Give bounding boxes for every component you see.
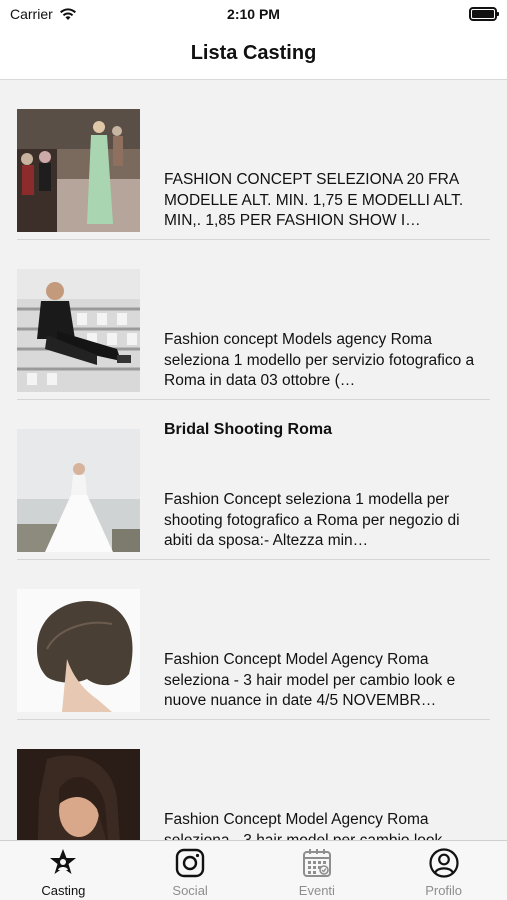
casting-description: FASHION CONCEPT SELEZIONA 20 FRA MODELLE…	[164, 171, 464, 229]
battery-icon	[469, 7, 499, 21]
instagram-icon	[175, 848, 205, 878]
navigation-bar: Lista Casting	[0, 28, 507, 80]
tab-label: Casting	[41, 883, 86, 898]
page-title: Lista Casting	[190, 42, 317, 64]
casting-description: Fashion Concept Model Agency Roma selezi…	[164, 811, 443, 840]
casting-description: Fashion Concept Model Agency Roma selezi…	[164, 651, 456, 709]
casting-row[interactable]: Bridal Shooting Roma Fashion Concept sel…	[17, 400, 490, 560]
tab-eventi[interactable]: Eventi	[254, 841, 381, 900]
casting-row[interactable]: Fashion Concept Model Agency Roma selezi…	[17, 720, 490, 840]
casting-row[interactable]: Fashion Concept Model Agency Roma selezi…	[17, 560, 490, 720]
tab-social[interactable]: Social	[127, 841, 254, 900]
male-model-stadium-photo	[17, 269, 140, 392]
casting-description: Fashion concept Models agency Roma selez…	[164, 331, 475, 389]
profile-icon	[429, 848, 459, 878]
star-person-icon	[50, 849, 77, 874]
tab-casting[interactable]: Casting	[0, 841, 127, 900]
runway-photo	[17, 109, 140, 232]
tab-profilo[interactable]: Profilo	[380, 841, 507, 900]
casting-title: Bridal Shooting Roma	[164, 421, 332, 438]
bob-haircut-photo	[17, 589, 140, 712]
tab-label: Eventi	[298, 883, 335, 898]
casting-row[interactable]: Fashion concept Models agency Roma selez…	[17, 240, 490, 400]
casting-list[interactable]: FASHION CONCEPT SELEZIONA 20 FRA MODELLE…	[0, 80, 507, 840]
wifi-icon	[59, 8, 76, 20]
tab-label: Social	[172, 883, 208, 898]
bride-photo	[17, 429, 140, 552]
tab-bar: Casting Social Eventi Profilo	[0, 840, 507, 900]
calendar-icon	[302, 849, 331, 877]
casting-description: Fashion Concept seleziona 1 modella per …	[164, 491, 460, 549]
status-left: Carrier	[10, 6, 77, 22]
tab-label: Profilo	[425, 883, 463, 898]
status-bar: Carrier 2:10 PM	[0, 0, 507, 28]
carrier-label: Carrier	[10, 6, 53, 22]
casting-row[interactable]: FASHION CONCEPT SELEZIONA 20 FRA MODELLE…	[17, 80, 490, 240]
hair-model-photo	[17, 749, 140, 840]
